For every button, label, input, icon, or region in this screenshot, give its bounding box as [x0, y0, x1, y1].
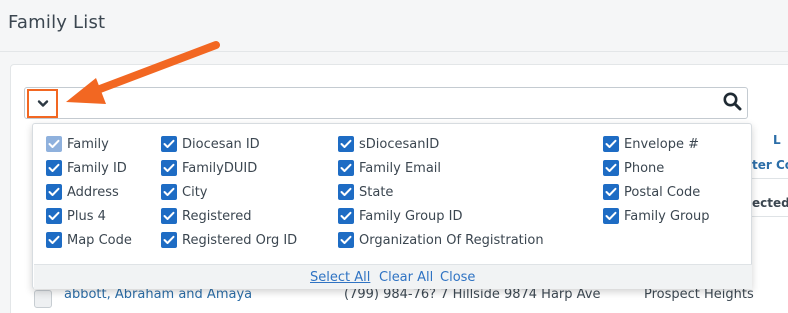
- column-option[interactable]: Registered Org ID: [161, 230, 297, 250]
- column-option[interactable]: Postal Code: [603, 182, 700, 202]
- column-option[interactable]: Plus 4: [46, 206, 106, 226]
- row-divider: [752, 178, 788, 179]
- checkbox-checked-icon[interactable]: [46, 232, 62, 248]
- row-divider: [752, 216, 788, 217]
- page-title: Family List: [8, 12, 106, 33]
- column-option-label: Phone: [624, 160, 665, 176]
- column-option-label: Organization Of Registration: [359, 232, 544, 248]
- select-all-link[interactable]: Select All: [310, 270, 370, 285]
- checkbox-checked-icon[interactable]: [603, 136, 619, 152]
- checkbox-checked-icon[interactable]: [338, 160, 354, 176]
- column-option-label: Family ID: [67, 160, 127, 176]
- page-header: Family List: [0, 0, 788, 52]
- checkbox-checked-icon[interactable]: [46, 208, 62, 224]
- family-city: Prospect Heights: [644, 287, 754, 302]
- column-option[interactable]: City: [161, 182, 207, 202]
- column-option[interactable]: Family Email: [338, 158, 441, 178]
- checkbox-checked-icon[interactable]: [338, 208, 354, 224]
- checkbox-checked-icon[interactable]: [603, 208, 619, 224]
- column-chooser-footer: Select All Clear All Close: [34, 264, 752, 289]
- chevron-down-icon: [37, 94, 49, 113]
- search-button[interactable]: [720, 90, 744, 116]
- column-option-label: Family Email: [359, 160, 442, 176]
- magnifier-icon: [723, 92, 742, 115]
- column-option-label: Family Group: [624, 208, 710, 224]
- checkbox-checked-icon[interactable]: [46, 184, 62, 200]
- close-link[interactable]: Close: [440, 270, 475, 285]
- column-option[interactable]: Map Code: [46, 230, 132, 250]
- column-option-label: Plus 4: [67, 208, 106, 224]
- column-option-label: FamilyDUID: [182, 160, 258, 176]
- column-option-label: Map Code: [67, 232, 132, 248]
- column-option[interactable]: Registered: [161, 206, 252, 226]
- column-option[interactable]: FamilyDUID: [161, 158, 257, 178]
- row-select-checkbox[interactable]: [34, 290, 52, 308]
- checkbox-checked-icon[interactable]: [603, 160, 619, 176]
- search-input[interactable]: [24, 87, 748, 119]
- checkbox-checked-icon[interactable]: [161, 160, 177, 176]
- checkbox-checked-icon[interactable]: [161, 208, 177, 224]
- column-option[interactable]: Family ID: [46, 158, 127, 178]
- column-option-label: Family: [67, 136, 109, 152]
- column-option-label: Family Group ID: [359, 208, 463, 224]
- column-option[interactable]: Phone: [603, 158, 664, 178]
- checkbox-checked-icon[interactable]: [338, 136, 354, 152]
- checkbox-checked-icon[interactable]: [161, 184, 177, 200]
- column-option-label: Postal Code: [624, 184, 701, 200]
- column-chooser-panel: Family Family ID Address Plus 4 Map Code Dioc…: [32, 123, 752, 289]
- filter-cell-partial-2[interactable]: ected F: [752, 196, 788, 210]
- checkbox-checked-icon[interactable]: [161, 136, 177, 152]
- column-option-label: City: [182, 184, 208, 200]
- column-option-label: Diocesan ID: [182, 136, 260, 152]
- filter-cell-partial-1[interactable]: ter Co: [752, 158, 788, 172]
- column-option[interactable]: Address: [46, 182, 119, 202]
- column-option[interactable]: State: [338, 182, 393, 202]
- checkbox-checked-icon[interactable]: [46, 136, 62, 152]
- column-option-label: Registered: [182, 208, 252, 224]
- column-option[interactable]: Family: [46, 134, 109, 154]
- column-option-label: sDiocesanID: [359, 136, 440, 152]
- family-name-link[interactable]: abbott, Abraham and Amaya: [64, 287, 252, 302]
- column-option[interactable]: Envelope #: [603, 134, 699, 154]
- checkbox-checked-icon[interactable]: [338, 184, 354, 200]
- checkbox-checked-icon[interactable]: [603, 184, 619, 200]
- column-option[interactable]: sDiocesanID: [338, 134, 439, 154]
- column-option-label: State: [359, 184, 394, 200]
- column-option[interactable]: Organization Of Registration: [338, 230, 544, 250]
- checkbox-checked-icon[interactable]: [338, 232, 354, 248]
- checkbox-checked-icon[interactable]: [46, 160, 62, 176]
- columns-toggle-button[interactable]: [27, 89, 58, 118]
- clear-all-link[interactable]: Clear All: [379, 270, 433, 285]
- family-phone-address: (799) 984-76? 7 Hillside 9874 Harp Ave: [344, 287, 601, 302]
- column-option[interactable]: Diocesan ID: [161, 134, 260, 154]
- checkbox-checked-icon[interactable]: [161, 232, 177, 248]
- column-option-label: Address: [67, 184, 119, 200]
- column-option[interactable]: Family Group ID: [338, 206, 463, 226]
- column-header-partial[interactable]: L: [773, 133, 781, 147]
- column-option-label: Envelope #: [624, 136, 699, 152]
- column-option-label: Registered Org ID: [182, 232, 298, 248]
- column-option[interactable]: Family Group: [603, 206, 710, 226]
